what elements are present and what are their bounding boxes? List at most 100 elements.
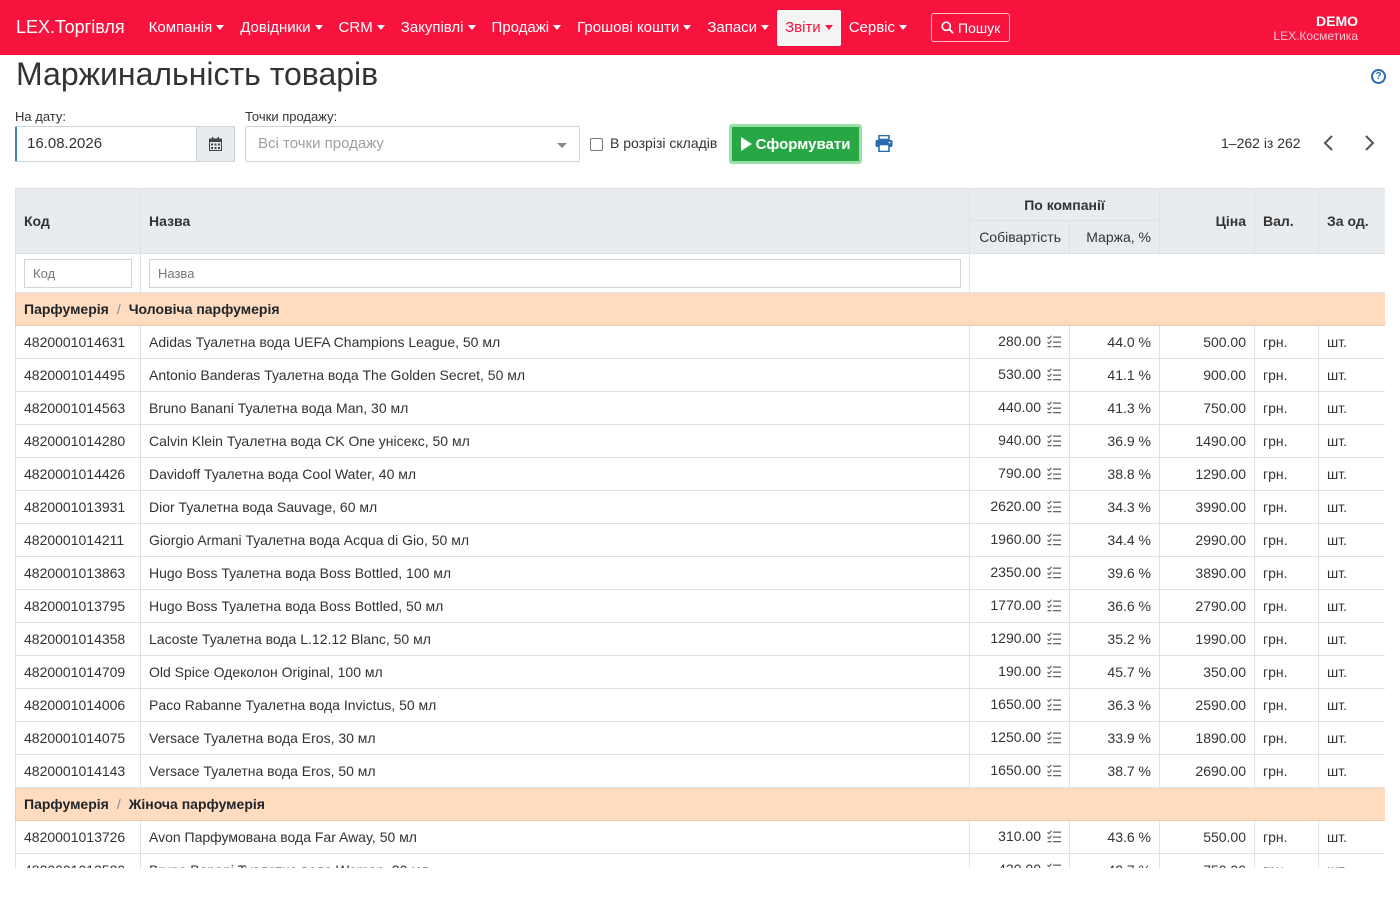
filter-row xyxy=(15,253,1385,293)
date-input[interactable]: 16.08.2026 xyxy=(15,126,197,162)
cell-currency: грн. xyxy=(1254,721,1320,755)
table-row[interactable]: 4820001014358 Lacoste Туалетна вода L.12.… xyxy=(15,622,1385,656)
user-menu[interactable]: DEMO LEX.Косметика xyxy=(1273,14,1358,42)
table-row[interactable]: 4820001014211 Giorgio Armani Туалетна вод… xyxy=(15,523,1385,557)
cell-cost: 1250.00 xyxy=(969,721,1070,755)
table-row[interactable]: 4820001014075 Versace Туалетна вода Eros,… xyxy=(15,721,1385,755)
column-group-by-company: По компанії xyxy=(968,188,1161,221)
print-icon[interactable] xyxy=(875,134,893,155)
generate-report-button[interactable]: Сформувати xyxy=(729,124,862,164)
nav-item-4[interactable]: Продажі xyxy=(484,10,570,46)
nav-item-2[interactable]: CRM xyxy=(331,10,393,46)
table-row[interactable]: 4820001014709 Old Spice Одеколон Original… xyxy=(15,655,1385,689)
table-row[interactable]: 4820001014143 Versace Туалетна вода Eros,… xyxy=(15,754,1385,788)
by-warehouse-checkbox[interactable] xyxy=(590,138,603,151)
calendar-button[interactable] xyxy=(196,126,235,162)
cell-currency: грн. xyxy=(1254,325,1320,359)
list-check-icon[interactable] xyxy=(1047,368,1061,384)
cell-name: Giorgio Armani Туалетна вода Acqua di Gi… xyxy=(140,523,970,557)
search-button[interactable]: Пошук xyxy=(931,13,1011,42)
cell-currency: грн. xyxy=(1254,523,1320,557)
table-row[interactable]: 4820001014006 Paco Rabanne Туалетна вода … xyxy=(15,688,1385,722)
points-select[interactable]: Всі точки продажу xyxy=(245,126,580,162)
table-row[interactable]: 4820001014631 Adidas Туалетна вода UEFA C… xyxy=(15,325,1385,359)
help-icon[interactable]: ? xyxy=(1371,69,1386,84)
list-check-icon[interactable] xyxy=(1047,830,1061,846)
list-check-icon[interactable] xyxy=(1047,500,1061,516)
nav-item-6[interactable]: Запаси xyxy=(699,10,777,46)
list-check-icon[interactable] xyxy=(1047,764,1061,780)
column-header-cost[interactable]: Собівартість xyxy=(969,220,1070,254)
chevron-right-icon[interactable] xyxy=(1360,133,1378,153)
column-header-name[interactable]: Назва xyxy=(140,188,970,254)
chevron-left-icon[interactable] xyxy=(1320,133,1338,153)
cell-price: 2690.00 xyxy=(1159,754,1256,788)
cell-unit: шт. xyxy=(1318,853,1385,868)
cost-value: 1650.00 xyxy=(990,762,1041,779)
cell-price: 2590.00 xyxy=(1159,688,1256,722)
list-check-icon[interactable] xyxy=(1047,566,1061,582)
nav-item-3[interactable]: Закупівлі xyxy=(393,10,484,46)
by-warehouse-label[interactable]: В розрізі складів xyxy=(610,135,717,151)
cell-margin: 38.7 % xyxy=(1068,754,1161,788)
table-row[interactable]: 4820001013726 Avon Парфумована вода Far A… xyxy=(15,820,1385,854)
list-check-icon[interactable] xyxy=(1047,863,1061,868)
cell-unit: шт. xyxy=(1318,721,1385,755)
cell-margin: 33.9 % xyxy=(1068,721,1161,755)
caret-down-icon xyxy=(467,25,476,30)
group-category[interactable]: Парфумерія xyxy=(24,301,109,317)
group-category[interactable]: Парфумерія xyxy=(24,796,109,812)
cell-code: 4820001013795 xyxy=(15,589,141,623)
caret-down-icon xyxy=(824,25,833,30)
column-header-currency[interactable]: Вал. xyxy=(1254,188,1320,254)
column-header-margin[interactable]: Маржа, % xyxy=(1068,220,1161,254)
cost-value: 440.00 xyxy=(998,399,1041,416)
list-check-icon[interactable] xyxy=(1047,632,1061,648)
nav-item-8[interactable]: Сервіс xyxy=(841,10,915,46)
table-row[interactable]: 4820001013863 Hugo Boss Туалетна вода Bos… xyxy=(15,556,1385,590)
list-check-icon[interactable] xyxy=(1047,698,1061,714)
caret-down-icon xyxy=(761,25,770,30)
nav-item-1[interactable]: Довідники xyxy=(232,10,330,46)
nav-item-5[interactable]: Грошові кошти xyxy=(569,10,699,46)
cell-name: Dior Туалетна вода Sauvage, 60 мл xyxy=(140,490,970,524)
cell-code: 4820001014495 xyxy=(15,358,141,392)
column-header-code[interactable]: Код xyxy=(15,188,141,254)
nav-item-0[interactable]: Компанія xyxy=(141,10,233,46)
list-check-icon[interactable] xyxy=(1047,731,1061,747)
list-check-icon[interactable] xyxy=(1047,335,1061,351)
cell-margin: 42.7 % xyxy=(1068,853,1161,868)
cell-cost: 1650.00 xyxy=(969,754,1070,788)
cell-price: 1490.00 xyxy=(1159,424,1256,458)
nav-item-label: Закупівлі xyxy=(400,19,464,36)
nav-item-7[interactable]: Звіти xyxy=(777,9,841,46)
column-header-price[interactable]: Ціна xyxy=(1159,188,1256,254)
cell-code: 4820001014143 xyxy=(15,754,141,788)
list-check-icon[interactable] xyxy=(1047,533,1061,549)
cost-value: 280.00 xyxy=(998,333,1041,350)
list-check-icon[interactable] xyxy=(1047,599,1061,615)
list-check-icon[interactable] xyxy=(1047,401,1061,417)
caret-down-icon xyxy=(314,25,323,30)
column-header-unit[interactable]: За од. xyxy=(1318,188,1385,254)
table-row[interactable]: 4820001014426 Davidoff Туалетна вода Cool… xyxy=(15,457,1385,491)
table-row[interactable]: 4820001013795 Hugo Boss Туалетна вода Bos… xyxy=(15,589,1385,623)
cell-price: 2990.00 xyxy=(1159,523,1256,557)
cell-cost: 1960.00 xyxy=(969,523,1070,557)
caret-down-icon xyxy=(553,25,562,30)
name-filter-input[interactable] xyxy=(149,258,961,288)
list-check-icon[interactable] xyxy=(1047,665,1061,681)
cell-code: 4820001013863 xyxy=(15,556,141,590)
table-row[interactable]: 4820001013580Bruno Banani Туалетна вода … xyxy=(15,853,1385,868)
table-row[interactable]: 4820001014495 Antonio Banderas Туалетна в… xyxy=(15,358,1385,392)
list-check-icon[interactable] xyxy=(1047,434,1061,450)
cost-value: 790.00 xyxy=(998,465,1041,482)
table-row[interactable]: 4820001014563 Bruno Banani Туалетна вода … xyxy=(15,391,1385,425)
code-filter-input[interactable] xyxy=(24,258,132,288)
group-subcategory[interactable]: Чоловіча парфумерія xyxy=(129,301,280,317)
list-check-icon[interactable] xyxy=(1047,467,1061,483)
table-row[interactable]: 4820001013931 Dior Туалетна вода Sauvage,… xyxy=(15,490,1385,524)
group-subcategory[interactable]: Жіноча парфумерія xyxy=(129,796,265,812)
brand-logo[interactable]: LEX.Торгівля xyxy=(16,17,125,38)
table-row[interactable]: 4820001014280 Calvin Klein Туалетна вода … xyxy=(15,424,1385,458)
